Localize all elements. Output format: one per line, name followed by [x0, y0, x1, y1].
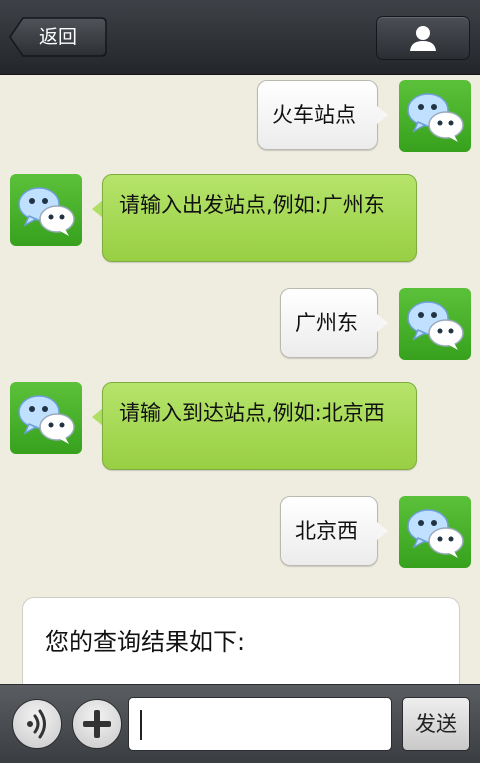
avatar-wechat-icon[interactable] [10, 382, 82, 454]
avatar-wechat-icon[interactable] [10, 174, 82, 246]
wechat-icon [407, 509, 464, 558]
bubble-tail [377, 106, 388, 124]
message-text: 请输入出发站点,例如:广州东 [119, 193, 385, 217]
message-text: 北京西 [295, 519, 358, 543]
message-bubble-outgoing: 火车站点 [257, 80, 378, 150]
message-input[interactable] [128, 697, 392, 751]
wechat-icon [407, 301, 464, 350]
bubble-tail [377, 314, 388, 332]
avatar-wechat-icon[interactable] [399, 288, 471, 360]
message-text: 请输入到达站点,例如:北京西 [119, 401, 385, 425]
message-bubble-incoming: 请输入出发站点,例如:广州东 [102, 174, 417, 262]
message-bubble-incoming: 请输入到达站点,例如:北京西 [102, 382, 417, 470]
wechat-icon [18, 187, 75, 236]
plus-button[interactable] [72, 699, 122, 749]
send-button[interactable]: 发送 [402, 697, 470, 751]
avatar-wechat-icon[interactable] [399, 80, 471, 152]
back-button-label: 返回 [39, 26, 78, 48]
message-bubble-outgoing: 北京西 [280, 496, 378, 566]
wechat-icon [18, 395, 75, 444]
wechat-icon [407, 93, 464, 142]
voice-button[interactable] [12, 699, 62, 749]
message-text: 广州东 [295, 311, 358, 335]
back-button[interactable]: 返回 [9, 17, 107, 57]
plus-icon [83, 710, 111, 738]
message-text: 火车站点 [272, 103, 356, 127]
message-bubble-outgoing: 广州东 [280, 288, 378, 358]
voice-icon [27, 709, 46, 739]
result-title: 您的查询结果如下: [45, 628, 246, 656]
person-icon [410, 26, 436, 51]
avatar-wechat-icon[interactable] [399, 496, 471, 568]
text-caret [140, 710, 142, 740]
profile-button[interactable] [376, 16, 470, 60]
composer-bar: 发送 [0, 684, 480, 763]
bubble-tail [377, 522, 388, 540]
top-bar: 返回 [0, 0, 480, 75]
